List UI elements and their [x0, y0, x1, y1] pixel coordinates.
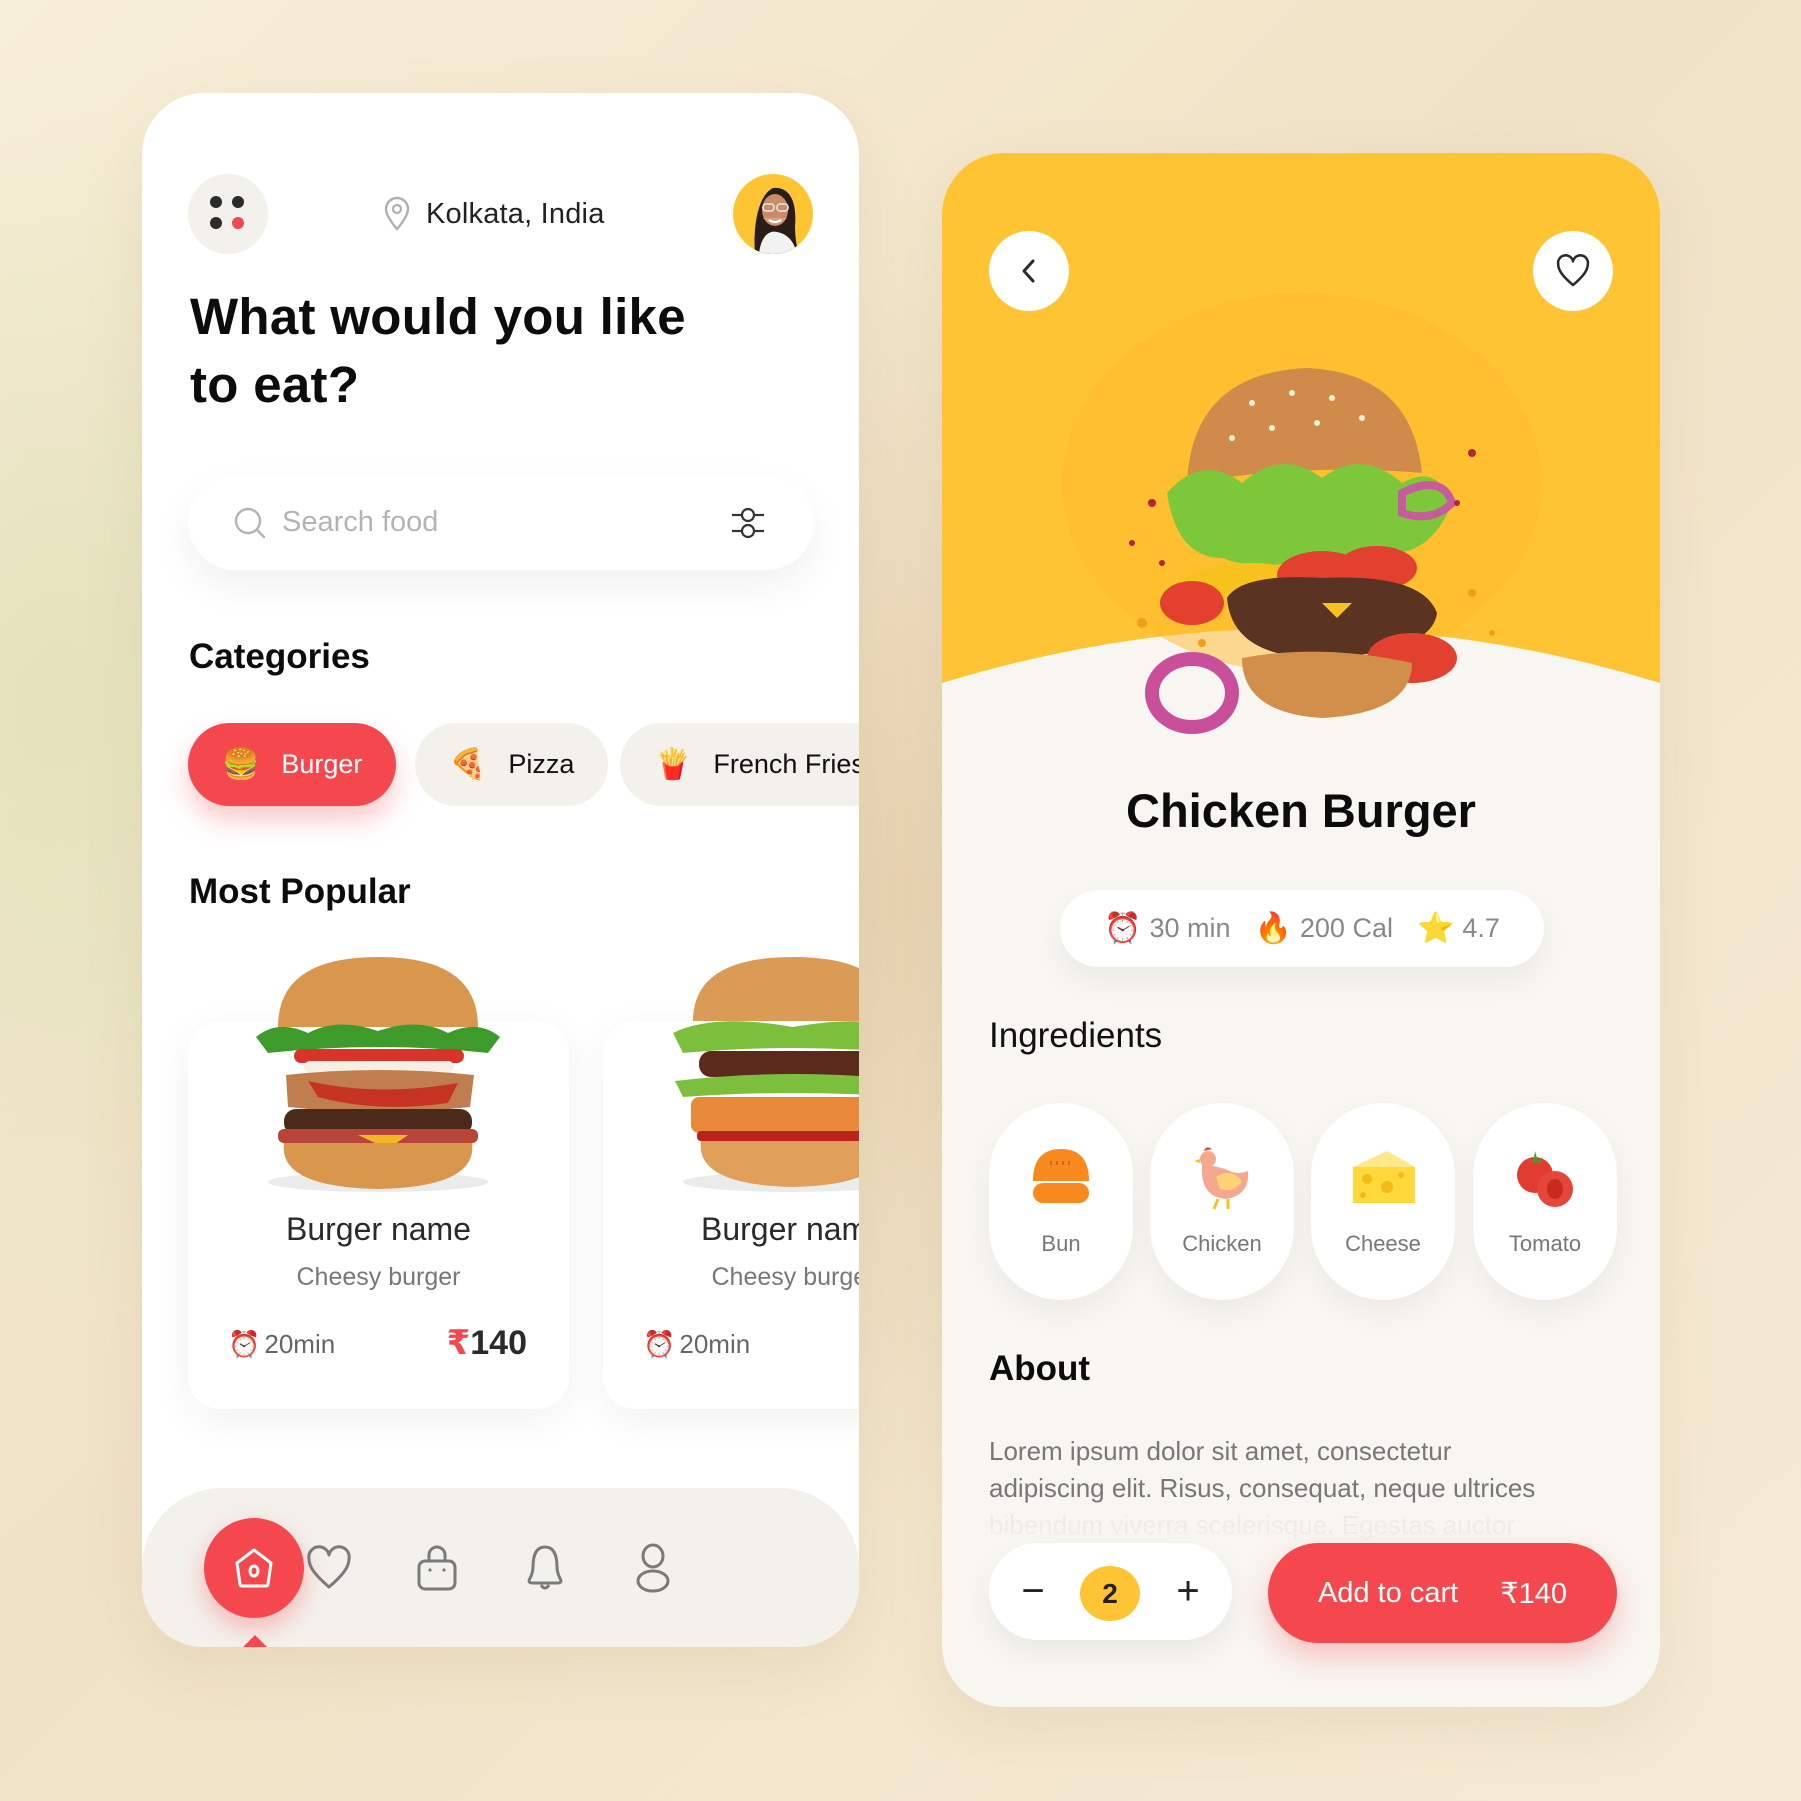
product-detail-screen: Chicken Burger ⏰ 30 min 🔥 200 Cal ⭐ 4.7 … [942, 153, 1660, 1707]
category-chip-burger[interactable]: 🍔 Burger [188, 723, 397, 806]
title-line: What would you like [190, 288, 686, 345]
burger-image [256, 957, 500, 1192]
rating-stat: ⭐ 4.7 [1417, 911, 1500, 946]
menu-dot [210, 217, 222, 229]
category-chip-french-fries[interactable]: 🍟 French Fries [620, 723, 859, 806]
ingredient-label: Tomato [1508, 1231, 1582, 1256]
stat-value: 30 min [1149, 913, 1231, 943]
alarm-clock-icon: ⏰ [643, 1329, 676, 1359]
search-input[interactable]: Search food [282, 506, 438, 539]
profile-photo [754, 187, 799, 254]
back-button[interactable] [989, 231, 1069, 311]
burger-image [673, 957, 859, 1192]
location-pin-icon [384, 196, 410, 231]
card-title: Burger name [286, 1211, 471, 1247]
avatar[interactable] [733, 174, 813, 254]
nav-notifications-button[interactable] [520, 1543, 570, 1593]
alarm-clock-icon: ⏰ [228, 1329, 261, 1359]
search-icon [234, 507, 266, 538]
category-label: French Fries [713, 749, 859, 779]
burger-icon: 🍔 [222, 748, 260, 781]
categories-heading: Categories [189, 637, 370, 676]
prep-time-stat: ⏰ 30 min [1104, 911, 1230, 946]
pizza-icon: 🍕 [449, 748, 487, 781]
home-icon [235, 1548, 273, 1588]
currency-symbol: ₹ [446, 1324, 471, 1362]
product-stats: ⏰ 30 min 🔥 200 Cal ⭐ 4.7 [1060, 890, 1544, 967]
prep-time-value: 20min [679, 1329, 751, 1359]
nav-home-button[interactable] [204, 1518, 304, 1618]
heart-icon [1556, 254, 1590, 287]
ingredient-label: Chicken [1182, 1231, 1262, 1256]
card-title: Burger name [701, 1211, 859, 1247]
decrement-button[interactable]: − [1009, 1567, 1057, 1615]
heart-icon [307, 1545, 351, 1589]
product-title: Chicken Burger [1126, 784, 1476, 837]
home-screen: Kolkata, India What would you like to ea… [142, 93, 859, 1647]
prep-time-value: 20min [264, 1329, 336, 1359]
star-icon: ⭐ [1416, 912, 1455, 945]
prep-time: ⏰ 20min [643, 1329, 750, 1360]
chevron-left-icon [1022, 259, 1035, 283]
calories-stat: 🔥 200 Cal [1255, 911, 1393, 946]
most-popular-heading: Most Popular [189, 872, 411, 911]
prep-time: ⏰ 20min [228, 1329, 335, 1360]
filter-icon[interactable] [728, 503, 768, 543]
quantity-value: 2 [1080, 1566, 1140, 1621]
ingredient-chicken[interactable]: Chicken [1150, 1103, 1294, 1300]
chicken-icon [1194, 1147, 1249, 1210]
category-label: Pizza [508, 749, 575, 779]
nav-cart-button[interactable] [412, 1543, 462, 1593]
ingredient-bun[interactable]: Bun [989, 1103, 1133, 1300]
about-line: Lorem ipsum dolor sit amet, consectetur [989, 1436, 1452, 1466]
page-title: What would you like to eat? [190, 283, 790, 419]
ingredients-heading: Ingredients [989, 1016, 1163, 1055]
increment-button[interactable]: + [1164, 1567, 1212, 1615]
card-subtitle: Cheesy burger [711, 1263, 860, 1291]
ingredient-label: Bun [1041, 1231, 1081, 1256]
active-nav-indicator [242, 1635, 268, 1647]
about-line: adipiscing elit. Risus, consequat, neque… [989, 1473, 1536, 1503]
popular-card[interactable]: Burger name Cheesy burger ⏰ 20min ₹140 [603, 957, 860, 1409]
about-heading: About [989, 1349, 1091, 1388]
category-chip-pizza[interactable]: 🍕 Pizza [415, 723, 609, 806]
popular-card[interactable]: Burger name Cheesy burger ⏰ 20min ₹140 [188, 957, 569, 1409]
nav-profile-button[interactable] [628, 1543, 678, 1593]
stat-value: 200 Cal [1299, 913, 1393, 943]
fire-icon: 🔥 [1254, 912, 1292, 945]
menu-dot [210, 196, 222, 208]
add-to-cart-price: ₹140 [1500, 1577, 1568, 1610]
cheese-icon [1353, 1151, 1415, 1203]
location-text: Kolkata, India [426, 197, 605, 230]
stat-value: 4.7 [1462, 913, 1500, 943]
chicken-burger-image [1129, 368, 1495, 734]
ingredient-label: Cheese [1345, 1231, 1421, 1256]
ingredient-tomato[interactable]: Tomato [1473, 1103, 1617, 1300]
category-label: Burger [281, 749, 363, 779]
card-subtitle: Cheesy burger [296, 1263, 461, 1291]
add-to-cart-button[interactable]: Add to cart ₹140 [1268, 1543, 1617, 1643]
ingredient-cheese[interactable]: Cheese [1311, 1103, 1455, 1300]
favorite-button[interactable] [1533, 231, 1613, 311]
bun-icon [1033, 1149, 1089, 1203]
tomato-icon [1517, 1151, 1573, 1207]
quantity-stepper: − 2 + [989, 1543, 1232, 1640]
price-value: 140 [470, 1324, 527, 1362]
nav-favorites-button[interactable] [304, 1543, 354, 1593]
title-line: to eat? [190, 356, 360, 413]
menu-button[interactable] [188, 174, 268, 254]
shopping-bag-icon [417, 1545, 457, 1591]
card-price: ₹140 [447, 1323, 527, 1363]
location-selector[interactable]: Kolkata, India [382, 191, 605, 237]
user-icon [636, 1543, 670, 1593]
bell-icon [527, 1545, 563, 1590]
french-fries-icon: 🍟 [654, 748, 692, 781]
alarm-clock-icon: ⏰ [1104, 912, 1142, 945]
search-bar[interactable]: Search food [188, 475, 814, 570]
menu-dot-accent [232, 217, 244, 229]
add-to-cart-label: Add to cart [1317, 1576, 1459, 1609]
menu-dot [232, 196, 244, 208]
bottom-navigation [142, 1488, 859, 1647]
